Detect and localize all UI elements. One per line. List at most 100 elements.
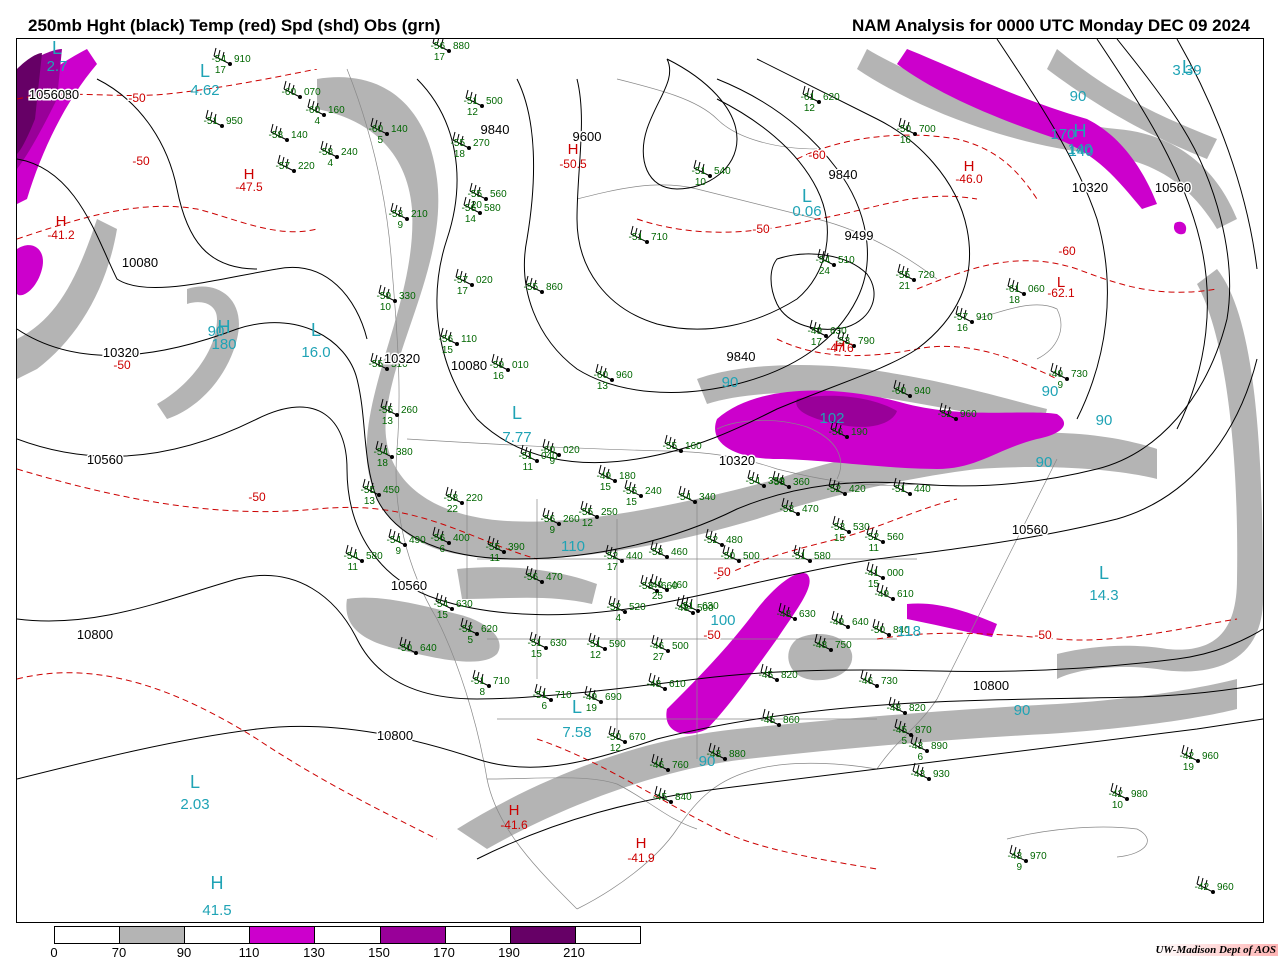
- station-temperature: -53: [771, 477, 786, 488]
- station-height: 220: [466, 493, 483, 504]
- colorbar-tick-label: 190: [498, 945, 520, 960]
- station-height: 720: [918, 270, 935, 281]
- station-observation: -57 220: [276, 154, 315, 173]
- station-height: 960: [960, 409, 977, 420]
- colorbar-segment: [250, 927, 316, 943]
- station-dewpoint: 13: [382, 416, 394, 427]
- station-height: 160: [685, 441, 702, 452]
- station-height: 460: [671, 547, 688, 558]
- station-dewpoint: 17: [215, 65, 227, 76]
- station-observation: -52 560 11: [865, 525, 904, 554]
- station-observation: -55 240 15: [623, 479, 662, 508]
- station-height: 630: [702, 601, 719, 612]
- station-height: 860: [546, 282, 563, 293]
- station-height: 400: [453, 533, 470, 544]
- speed-contour-label: 90: [1070, 88, 1087, 105]
- speed-contour-label: 118: [897, 623, 921, 640]
- station-temperature: -56: [541, 514, 556, 525]
- station-height: 790: [858, 336, 875, 347]
- station-observation: -55 160: [663, 434, 702, 453]
- station-height: 470: [802, 504, 819, 515]
- station-temperature: -45: [759, 670, 774, 681]
- station-height: 260: [563, 514, 580, 525]
- station-dewpoint: 17: [811, 337, 823, 348]
- station-temperature: -56: [829, 427, 844, 438]
- station-height: 510: [838, 255, 855, 266]
- speed-center-marker: L: [190, 772, 200, 792]
- station-temperature: -55: [369, 359, 384, 370]
- station-temperature: -42: [1109, 789, 1124, 800]
- station-temperature: -51: [528, 638, 543, 649]
- station-temperature: -56: [431, 41, 446, 52]
- station-dewpoint: 12: [467, 107, 479, 118]
- speed-center-value: 14.3: [1089, 587, 1118, 604]
- station-temperature: -54: [344, 551, 359, 562]
- height-contour: [96, 78, 258, 270]
- station-observation: -54 510 24: [816, 248, 855, 277]
- station-height: 940: [914, 386, 931, 397]
- station-temperature: -52: [459, 624, 474, 635]
- station-height: 960: [1217, 882, 1234, 893]
- station-dewpoint: 15: [834, 533, 846, 544]
- station-temperature: -42: [1195, 882, 1210, 893]
- height-contour-label: 10800: [377, 728, 413, 743]
- station-dewpoint: 9: [395, 546, 401, 557]
- station-temperature: -54: [677, 492, 692, 503]
- station-height: 140: [291, 130, 308, 141]
- station-observation: -50 700 16: [897, 117, 936, 146]
- station-height: 670: [629, 732, 646, 743]
- temperature-contour-label: -50: [248, 490, 266, 504]
- station-temperature: -45: [761, 715, 776, 726]
- station-height: 890: [931, 741, 948, 752]
- station-observation: -60 020 9: [541, 438, 580, 467]
- station-temperature: -52: [704, 535, 719, 546]
- height-contour: [17, 358, 1258, 616]
- station-height: 950: [226, 116, 243, 127]
- speed-center-marker: H: [218, 317, 231, 337]
- temperature-contour-label: -50: [752, 222, 770, 236]
- station-dewpoint: 15: [531, 649, 543, 660]
- station-dewpoint: 11: [348, 562, 359, 573]
- station-temperature: -53: [831, 522, 846, 533]
- station-dewpoint: 18: [454, 149, 466, 160]
- station-dewpoint: 18: [377, 458, 389, 469]
- station-dewpoint: 11: [523, 462, 534, 473]
- station-dewpoint: 6: [917, 752, 923, 763]
- station-temperature: -55: [486, 542, 501, 553]
- station-temperature: -45: [653, 792, 668, 803]
- height-contour-label: 10800: [77, 627, 113, 642]
- station-observation: -58 140: [269, 123, 308, 142]
- speed-contour-label: 110: [561, 538, 585, 555]
- station-dewpoint: 16: [493, 371, 505, 382]
- temperature-center-value: -46.0: [955, 172, 983, 186]
- station-dewpoint: 22: [447, 504, 459, 515]
- station-dewpoint: 16: [900, 135, 912, 146]
- station-height: 270: [473, 138, 490, 149]
- station-observation: -41 00015: [865, 561, 904, 590]
- station-temperature: -60: [594, 370, 609, 381]
- station-height: 560: [490, 189, 507, 200]
- station-temperature: -42: [1180, 751, 1195, 762]
- speed-center-value: 3.39: [1172, 62, 1201, 79]
- station-temperature: -55: [896, 270, 911, 281]
- station-height: 970: [1030, 851, 1047, 862]
- station-observation: -57 020 17: [454, 268, 493, 297]
- height-contour-label: 10320: [719, 453, 755, 468]
- station-temperature: -55: [663, 441, 678, 452]
- station-dewpoint: 9: [1016, 862, 1022, 873]
- station-height: 260: [401, 405, 418, 416]
- station-dewpoint: 12: [804, 103, 816, 114]
- station-height: 880: [729, 749, 746, 760]
- colorbar-tick-label: 150: [368, 945, 390, 960]
- station-height: 760: [672, 760, 689, 771]
- station-temperature: -51: [680, 601, 695, 612]
- station-temperature: -55: [379, 405, 394, 416]
- temperature-contour-label: -50: [113, 358, 131, 372]
- speed-contour-label: 102: [819, 410, 844, 427]
- station-dewpoint: 19: [586, 703, 598, 714]
- station-temperature: -52: [607, 602, 622, 613]
- station-dewpoint: 11: [490, 553, 501, 564]
- station-height: 710: [651, 232, 668, 243]
- station-height: 540: [714, 166, 731, 177]
- station-observation: -51 590 12: [587, 632, 626, 661]
